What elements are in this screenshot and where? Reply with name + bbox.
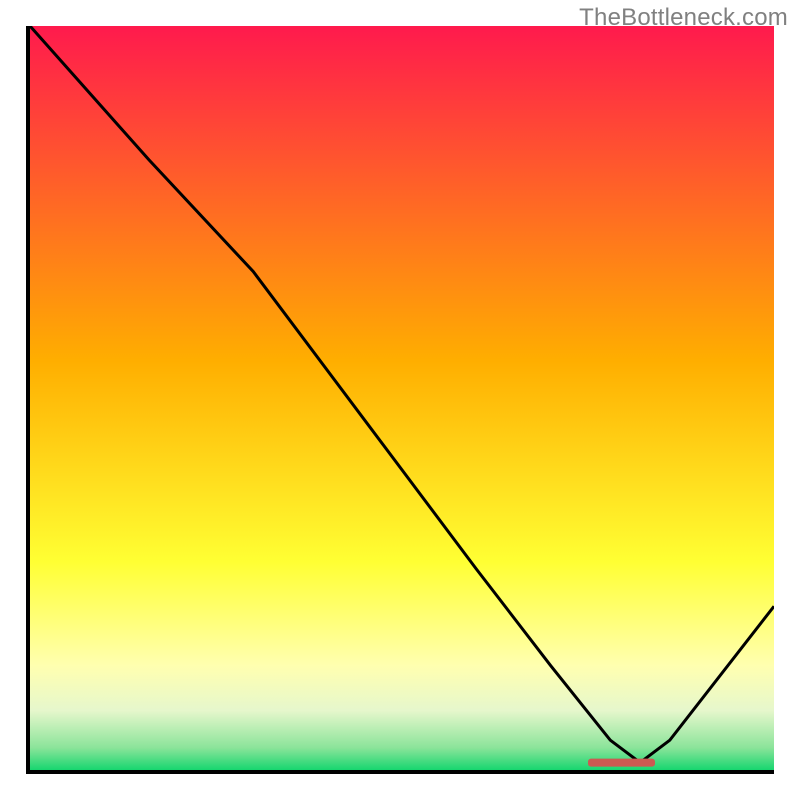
plot-svg	[30, 26, 774, 770]
chart-stage: TheBottleneck.com	[0, 0, 800, 800]
x-axis	[26, 770, 774, 774]
minimum-marker	[588, 759, 655, 767]
gradient-rect	[30, 26, 774, 770]
plot-area	[30, 26, 774, 770]
